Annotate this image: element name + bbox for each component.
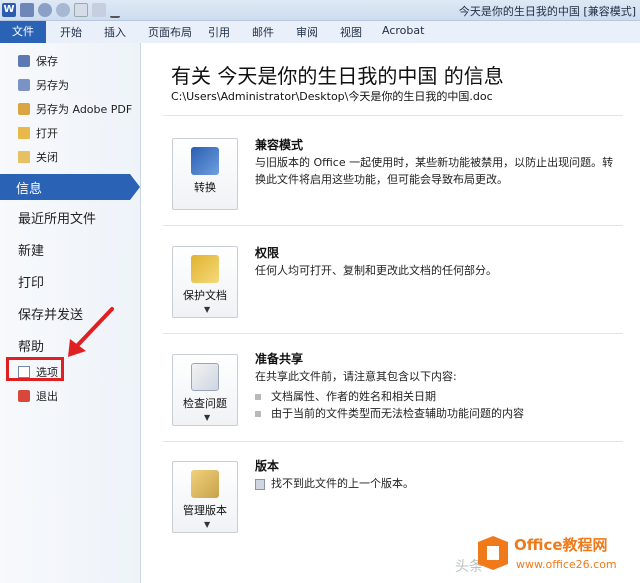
sidebar-item-recent[interactable]: 最近所用文件 [18, 208, 96, 227]
list-item: 由于当前的文件类型而无法检查辅助功能问题的内容 [255, 405, 524, 421]
page-title: 有关 今天是你的生日我的中国 的信息 [171, 64, 504, 88]
section-desc-compatibility: 与旧版本的 Office 一起使用时，某些新功能被禁用，以防止出现问题。转换此文… [255, 156, 614, 186]
tab-insert[interactable]: 插入 [104, 24, 126, 40]
tab-home[interactable]: 开始 [60, 24, 82, 40]
open-folder-icon [18, 127, 30, 139]
bullet-text: 由于当前的文件类型而无法检查辅助功能问题的内容 [271, 407, 524, 420]
sidebar-item-open[interactable]: 打开 [18, 125, 58, 141]
versions-icon [191, 470, 219, 498]
sidebar-item-exit[interactable]: 退出 [18, 388, 58, 404]
print-preview-icon[interactable] [92, 3, 106, 17]
undo-icon[interactable] [38, 3, 52, 17]
window-title: 今天是你的生日我的中国 [兼容模式] [458, 5, 636, 18]
list-item: 文档属性、作者的姓名和相关日期 [255, 388, 436, 404]
redo-icon[interactable] [56, 3, 70, 17]
customize-qat-icon[interactable] [110, 2, 120, 18]
sidebar-item-label: 退出 [36, 390, 58, 403]
annotation-arrow-icon [68, 307, 114, 357]
sidebar-item-label: 另存为 [36, 79, 69, 92]
watermark-url: www.office26.com [516, 558, 617, 571]
sidebar-item-save-as-pdf[interactable]: 另存为 Adobe PDF [18, 101, 132, 117]
watermark: 头条 Office教程网 www.office26.com [455, 530, 640, 583]
chevron-down-icon: ▼ [204, 305, 211, 314]
convert-button[interactable]: 转换 [172, 138, 238, 210]
manage-versions-button[interactable]: 管理版本 ▼ [172, 461, 238, 533]
checklist-icon [191, 363, 219, 391]
sidebar-item-label: 打开 [36, 127, 58, 140]
watermark-brand: Office教程网 [514, 536, 608, 554]
quick-access-toolbar: W [2, 2, 120, 18]
file-path: C:\Users\Administrator\Desktop\今天是你的生日我的… [171, 90, 493, 103]
sidebar-item-label: 另存为 Adobe PDF [36, 103, 133, 116]
protect-document-button[interactable]: 保护文档 ▼ [172, 246, 238, 318]
word-app-icon[interactable]: W [2, 3, 16, 17]
manage-versions-label: 管理版本 [183, 504, 227, 517]
sidebar-item-save[interactable]: 保存 [18, 53, 58, 69]
new-document-icon[interactable] [74, 3, 88, 17]
bullet-icon [255, 411, 261, 417]
close-folder-icon [18, 151, 30, 163]
section-title-compatibility: 兼容模式 [255, 138, 304, 152]
ribbon-tab-bar: 文件 开始 插入 页面布局 引用 邮件 审阅 视图 Acrobat [0, 21, 640, 44]
sidebar-item-save-as[interactable]: 另存为 [18, 77, 69, 93]
tab-view[interactable]: 视图 [340, 24, 362, 40]
exit-icon [18, 390, 30, 402]
check-issues-label: 检查问题 [183, 397, 227, 410]
tab-references[interactable]: 引用 [208, 24, 230, 40]
divider [163, 115, 623, 116]
bullet-icon [255, 394, 261, 400]
office-logo-icon [478, 536, 508, 570]
convert-button-label: 转换 [194, 181, 216, 194]
sidebar-item-close[interactable]: 关闭 [18, 149, 58, 165]
section-title-prepare-share: 准备共享 [255, 352, 304, 366]
lock-key-icon [191, 255, 219, 283]
sidebar-item-label: 信息 [16, 182, 43, 197]
section-title-permissions: 权限 [255, 246, 280, 260]
highlight-box [6, 357, 64, 381]
sidebar-item-print[interactable]: 打印 [18, 272, 44, 291]
tab-review[interactable]: 审阅 [296, 24, 318, 40]
version-desc-text: 找不到此文件的上一个版本。 [271, 477, 414, 490]
save-icon[interactable] [20, 3, 34, 17]
version-doc-icon [255, 478, 265, 490]
chevron-down-icon: ▼ [204, 520, 211, 529]
sidebar-item-info[interactable]: 信息 [0, 174, 140, 200]
protect-document-label: 保护文档 [183, 289, 227, 302]
divider [163, 441, 623, 442]
section-desc-prepare-share: 在共享此文件前，请注意其包含以下内容: [255, 370, 457, 383]
word-convert-icon [191, 147, 219, 175]
tab-mailings[interactable]: 邮件 [252, 24, 274, 40]
section-title-versions: 版本 [255, 459, 280, 473]
check-issues-button[interactable]: 检查问题 ▼ [172, 354, 238, 426]
section-desc-permissions: 任何人均可打开、复制和更改此文档的任何部分。 [255, 264, 497, 277]
divider [163, 225, 623, 226]
section-desc-versions: 找不到此文件的上一个版本。 [255, 475, 615, 492]
bullet-text: 文档属性、作者的姓名和相关日期 [271, 390, 436, 403]
sidebar-item-label: 保存 [36, 55, 58, 68]
save-as-icon [18, 79, 30, 91]
sidebar-item-label: 关闭 [36, 151, 58, 164]
info-panel: 有关 今天是你的生日我的中国 的信息 C:\Users\Administrato… [141, 43, 640, 583]
chevron-down-icon: ▼ [204, 413, 211, 422]
pdf-icon [18, 103, 30, 115]
tab-page-layout[interactable]: 页面布局 [148, 24, 192, 40]
title-bar: W 今天是你的生日我的中国 [兼容模式] [0, 0, 640, 21]
divider [163, 333, 623, 334]
sidebar-item-new[interactable]: 新建 [18, 240, 44, 259]
tab-acrobat[interactable]: Acrobat [382, 24, 424, 37]
tab-file[interactable]: 文件 [0, 21, 46, 43]
save-icon [18, 55, 30, 67]
sidebar-item-help[interactable]: 帮助 [18, 336, 44, 355]
